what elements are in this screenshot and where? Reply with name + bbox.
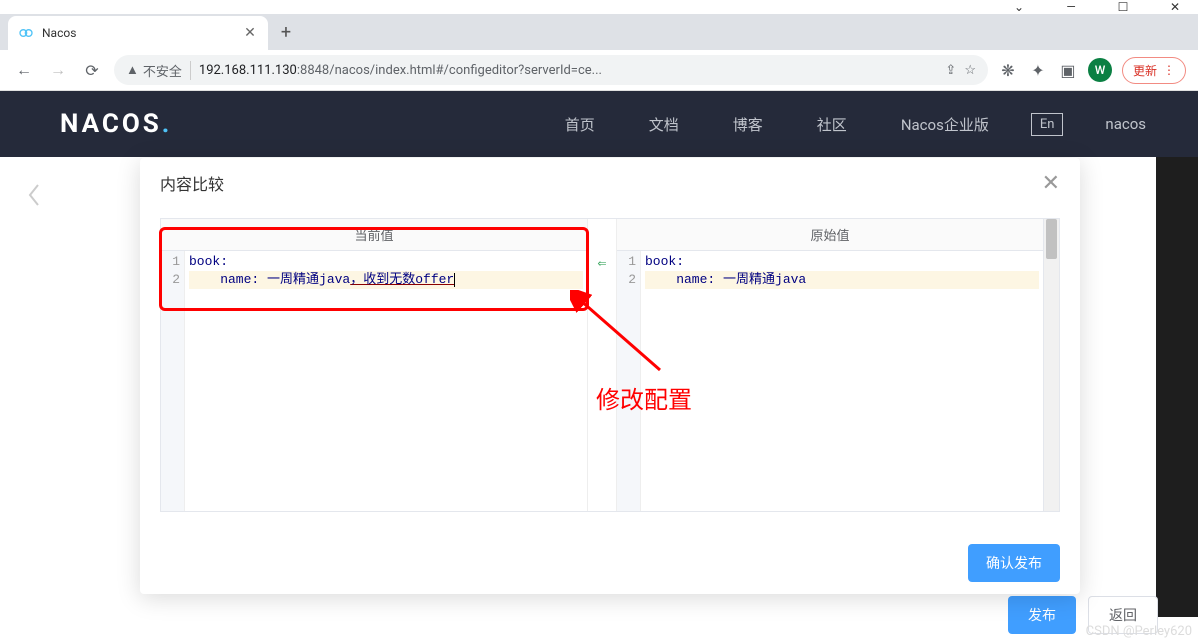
security-indicator[interactable]: ▲ 不安全 bbox=[126, 61, 191, 80]
confirm-publish-button[interactable]: 确认发布 bbox=[968, 544, 1060, 582]
scrollbar-vertical[interactable] bbox=[1043, 219, 1059, 511]
maximize-button[interactable]: ☐ bbox=[1108, 0, 1138, 17]
modal-header: 内容比较 ✕ bbox=[140, 158, 1080, 208]
chevron-down-icon[interactable]: ⌄ bbox=[1004, 0, 1034, 17]
scrollbar-thumb[interactable] bbox=[1046, 219, 1057, 259]
address-bar[interactable]: ▲ 不安全 192.168.111.130:8848/nacos/index.h… bbox=[114, 55, 988, 85]
gutter-original: 1 2 bbox=[617, 251, 641, 511]
code-line: book: bbox=[189, 253, 583, 271]
code-line: book: bbox=[645, 253, 1039, 271]
watermark: CSDN @Perley620 bbox=[1086, 624, 1192, 639]
kebab-icon: ⋮ bbox=[1163, 63, 1175, 77]
modal-overlay: 内容比较 ✕ 当前值 1 2 book: name: 一周精通java，收到无 bbox=[0, 90, 1198, 643]
update-label: 更新 bbox=[1133, 62, 1157, 79]
code-line: name: 一周精通java，收到无数offer bbox=[189, 271, 583, 289]
close-tab-icon[interactable]: ✕ bbox=[242, 25, 258, 41]
compare-modal: 内容比较 ✕ 当前值 1 2 book: name: 一周精通java，收到无 bbox=[140, 158, 1080, 594]
diff-gutter: ⇐ bbox=[587, 219, 617, 511]
close-icon[interactable]: ✕ bbox=[1042, 171, 1060, 196]
close-window-button[interactable]: ✕ bbox=[1160, 0, 1190, 17]
warning-icon: ▲ bbox=[126, 62, 139, 78]
gutter-current: 1 2 bbox=[161, 251, 185, 511]
header-original: 原始值 bbox=[617, 219, 1043, 251]
update-button[interactable]: 更新 ⋮ bbox=[1122, 57, 1186, 84]
code-lines-original: book: name: 一周精通java bbox=[641, 251, 1043, 511]
compare-container: 当前值 1 2 book: name: 一周精通java，收到无数offer bbox=[160, 218, 1060, 512]
back-button[interactable]: ← bbox=[12, 58, 36, 82]
browser-toolbar: ← → ⟳ ▲ 不安全 192.168.111.130:8848/nacos/i… bbox=[0, 50, 1198, 90]
compare-col-current: 当前值 1 2 book: name: 一周精通java，收到无数offer bbox=[161, 219, 587, 511]
browser-tabs-row: Nacos ✕ + bbox=[0, 14, 1198, 50]
window-titlebar: ⌄ — ☐ ✕ bbox=[0, 0, 1198, 14]
compare-col-original: 原始值 1 2 book: name: 一周精通java bbox=[617, 219, 1043, 511]
browser-tab[interactable]: Nacos ✕ bbox=[8, 16, 268, 50]
bookmark-icon[interactable]: ☆ bbox=[964, 63, 976, 78]
nacos-favicon-icon bbox=[18, 25, 34, 41]
insecure-label: 不安全 bbox=[143, 61, 182, 80]
minimize-button[interactable]: — bbox=[1056, 0, 1086, 17]
side-panel-icon[interactable]: ▣ bbox=[1058, 60, 1078, 80]
code-editor-original[interactable]: 1 2 book: name: 一周精通java bbox=[617, 251, 1043, 511]
modal-footer: 确认发布 bbox=[140, 532, 1080, 594]
code-lines-current: book: name: 一周精通java，收到无数offer bbox=[185, 251, 587, 511]
browser-chrome: ⌄ — ☐ ✕ Nacos ✕ + ← → ⟳ ▲ 不安全 192.168.11… bbox=[0, 0, 1198, 91]
new-tab-button[interactable]: + bbox=[272, 18, 300, 46]
code-editor-current[interactable]: 1 2 book: name: 一周精通java，收到无数offer bbox=[161, 251, 587, 511]
header-current: 当前值 bbox=[161, 219, 587, 251]
profile-avatar[interactable]: W bbox=[1088, 58, 1112, 82]
extensions-puzzle-icon[interactable]: ✦ bbox=[1028, 60, 1048, 80]
reload-button[interactable]: ⟳ bbox=[80, 58, 104, 82]
modal-title: 内容比较 bbox=[160, 171, 224, 195]
modal-body: 当前值 1 2 book: name: 一周精通java，收到无数offer bbox=[140, 208, 1080, 532]
diff-marker-icon[interactable]: ⇐ bbox=[597, 257, 606, 270]
forward-button[interactable]: → bbox=[46, 58, 70, 82]
code-line: name: 一周精通java bbox=[645, 271, 1039, 289]
extension-icon[interactable]: ❋ bbox=[998, 60, 1018, 80]
url-text: 192.168.111.130:8848/nacos/index.html#/c… bbox=[199, 63, 938, 78]
tab-title: Nacos bbox=[42, 26, 234, 40]
share-icon[interactable]: ⇪ bbox=[945, 63, 956, 78]
